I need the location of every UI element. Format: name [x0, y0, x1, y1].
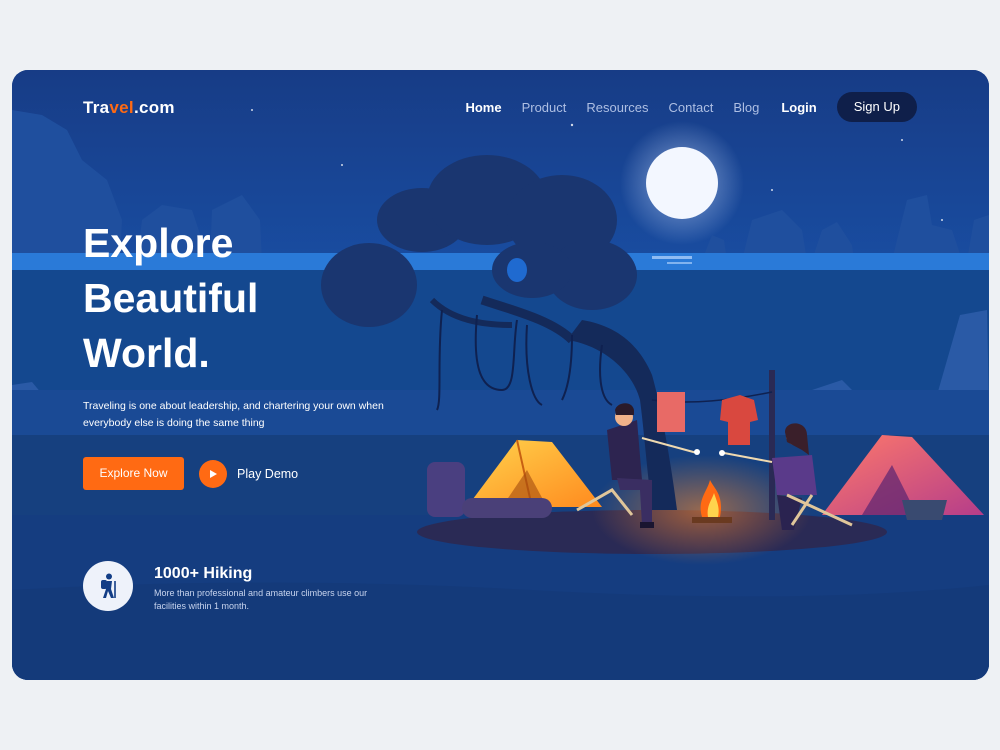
- moon: [646, 147, 718, 219]
- explore-now-button[interactable]: Explore Now: [83, 457, 184, 490]
- logo-text-prefix: Tra: [83, 98, 110, 117]
- backpack: [427, 462, 465, 517]
- stat-title: 1000+ Hiking: [154, 565, 253, 582]
- brand-logo[interactable]: Travel.com: [83, 98, 175, 118]
- hero-title: Explore Beautiful World.: [83, 216, 413, 381]
- logo-text-suffix: .com: [133, 98, 175, 117]
- nav-home[interactable]: Home: [465, 100, 501, 115]
- nav-product[interactable]: Product: [522, 100, 567, 115]
- play-demo-label: Play Demo: [237, 467, 299, 481]
- hiker-icon: [83, 561, 133, 611]
- hero-title-line: World.: [83, 330, 210, 376]
- hero-card: Travel.com Home Product Resources Contac…: [12, 70, 989, 680]
- nav-contact[interactable]: Contact: [669, 100, 714, 115]
- cooking-pot: [902, 500, 947, 520]
- main-nav: Home Product Resources Contact Blog Logi…: [445, 92, 917, 122]
- nav-resources[interactable]: Resources: [586, 100, 648, 115]
- signup-button[interactable]: Sign Up: [836, 92, 917, 122]
- hero-subtitle: Traveling is one about leadership, and c…: [83, 400, 384, 429]
- stat-description: More than professional and amateur climb…: [154, 588, 368, 611]
- nav-blog[interactable]: Blog: [733, 100, 759, 115]
- hero-title-line: Explore: [83, 220, 234, 266]
- sleeping-bag: [462, 498, 552, 518]
- hero-title-line: Beautiful: [83, 275, 259, 321]
- hanging-towel: [657, 392, 685, 432]
- login-link[interactable]: Login: [781, 100, 816, 115]
- play-demo-button[interactable]: Play Demo: [199, 458, 298, 490]
- logo-text-accent: vel: [109, 98, 134, 117]
- play-icon: [199, 460, 227, 488]
